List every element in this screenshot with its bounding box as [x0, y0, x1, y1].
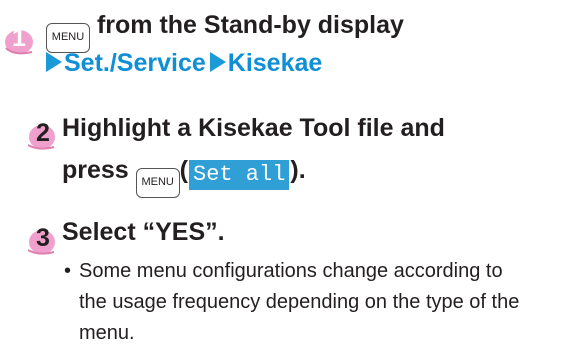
- note-line: menu.: [79, 322, 135, 344]
- step-number-digit: 2: [36, 119, 50, 147]
- step-number-1: 1: [4, 18, 38, 58]
- note-line: the usage frequency depending on the typ…: [79, 291, 520, 313]
- menu-path-item: Set./Service: [64, 49, 206, 77]
- step-3-line-1: Select “YES”.: [62, 218, 225, 246]
- paren-open: (: [179, 156, 188, 184]
- softkey-set-all: Set all: [189, 160, 290, 190]
- note-paragraph: • Some menu configurations change accord…: [64, 256, 549, 349]
- menu-path: Set./Service Kisekae: [46, 48, 322, 78]
- note-line: Some menu configurations change accordin…: [79, 260, 503, 282]
- step-2-line-1: Highlight a Kisekae Tool file and: [62, 114, 445, 142]
- bullet: •: [64, 260, 72, 282]
- step-number-digit: 3: [36, 224, 50, 252]
- path-arrow-icon: [209, 52, 226, 72]
- step-number-2: 2: [28, 113, 62, 153]
- step-number-3: 3: [28, 218, 62, 258]
- step-number-digit: 1: [12, 24, 26, 52]
- step-2-line-2: press MENU(Set all).: [62, 155, 306, 198]
- step-1-text: from the Stand-by display: [96, 11, 404, 39]
- step-1-line-1: MENU from the Stand-by display: [46, 10, 404, 53]
- path-arrow-icon: [46, 52, 62, 72]
- paren-close: ).: [290, 156, 306, 184]
- step-2-press-text: press: [62, 156, 129, 184]
- menu-key-icon: MENU: [135, 168, 180, 198]
- menu-path-item: Kisekae: [227, 49, 323, 77]
